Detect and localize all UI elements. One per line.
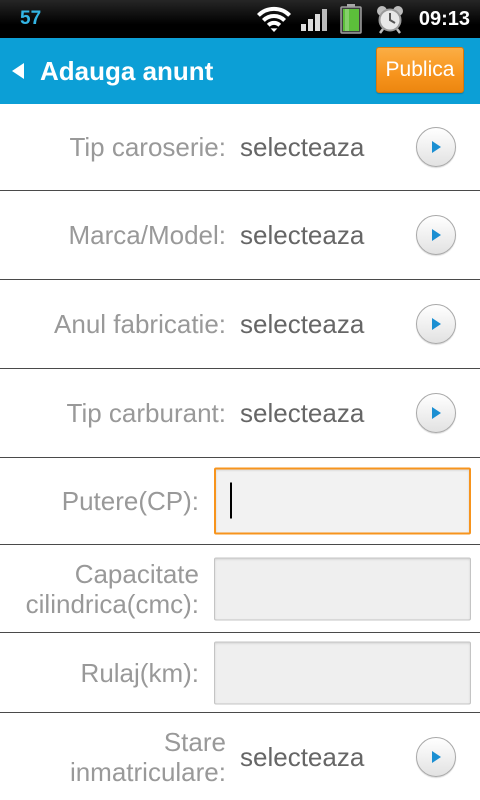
clock-time: 09:13 [418, 8, 470, 30]
field-label: Capacitate cilindrica(cmc): [26, 559, 199, 619]
form-row-fuel-type[interactable]: Tip carburant: selecteaza [0, 369, 480, 458]
field-label-line: cilindrica(cmc): [25, 588, 199, 619]
field-label-line: Capacitate [74, 558, 199, 589]
arrow-right-circle-icon [432, 407, 441, 419]
field-label: Rulaj(km): [80, 657, 199, 688]
form-row-power: Putere(CP): [0, 458, 480, 545]
open-selector-button[interactable] [416, 215, 456, 255]
open-selector-button[interactable] [416, 304, 456, 344]
field-label: Tip carburant: [66, 398, 226, 428]
form-row-mileage: Rulaj(km): [0, 633, 480, 713]
select-value[interactable]: selecteaza [240, 220, 364, 250]
arrow-right-circle-icon [432, 229, 441, 241]
battery-icon [340, 4, 362, 34]
alarm-clock-icon [377, 6, 403, 34]
open-selector-button[interactable] [416, 736, 456, 777]
field-label: Anul fabricatie: [54, 309, 226, 339]
arrow-right-circle-icon [432, 750, 441, 763]
field-label-line: Stare [163, 726, 226, 757]
publish-button[interactable]: Publica [376, 47, 464, 93]
field-label-line: inmatriculare: [69, 756, 226, 787]
status-bar: 57 09:13 [0, 0, 480, 38]
page-title: Adauga anunt [40, 56, 214, 86]
mileage-input-box[interactable] [214, 641, 471, 704]
arrow-right-circle-icon [432, 318, 441, 330]
power-input[interactable] [216, 469, 469, 533]
select-value[interactable]: selecteaza [240, 309, 364, 339]
signal-icon [301, 9, 327, 31]
ad-form: Tip caroserie: selecteaza Marca/Model: s… [0, 104, 480, 800]
form-row-body-type[interactable]: Tip caroserie: selecteaza [0, 104, 480, 191]
back-navigation[interactable]: Adauga anunt [0, 38, 236, 104]
select-value[interactable]: selecteaza [240, 132, 364, 162]
select-value[interactable]: selecteaza [240, 398, 364, 428]
form-row-year[interactable]: Anul fabricatie: selecteaza [0, 280, 480, 369]
form-row-registration-status[interactable]: Stare inmatriculare: selecteaza [0, 713, 480, 800]
action-bar: Adauga anunt Publica [0, 38, 480, 104]
select-value[interactable]: selecteaza [240, 742, 364, 772]
field-label: Tip caroserie: [69, 132, 226, 162]
back-arrow-icon[interactable] [12, 63, 24, 79]
form-row-engine-capacity: Capacitate cilindrica(cmc): [0, 545, 480, 633]
form-row-make-model[interactable]: Marca/Model: selecteaza [0, 191, 480, 280]
engine-capacity-input-box[interactable] [214, 557, 471, 620]
arrow-right-circle-icon [432, 141, 441, 153]
open-selector-button[interactable] [416, 393, 456, 433]
open-selector-button[interactable] [416, 127, 456, 167]
engine-capacity-input[interactable] [215, 558, 470, 619]
wifi-icon [257, 6, 291, 32]
text-cursor [230, 482, 232, 519]
mileage-input[interactable] [215, 642, 470, 703]
field-label: Putere(CP): [61, 486, 199, 516]
power-input-box[interactable] [214, 467, 471, 535]
field-label: Stare inmatriculare: [70, 727, 226, 787]
field-label: Marca/Model: [68, 220, 227, 250]
notification-count: 57 [20, 8, 42, 29]
